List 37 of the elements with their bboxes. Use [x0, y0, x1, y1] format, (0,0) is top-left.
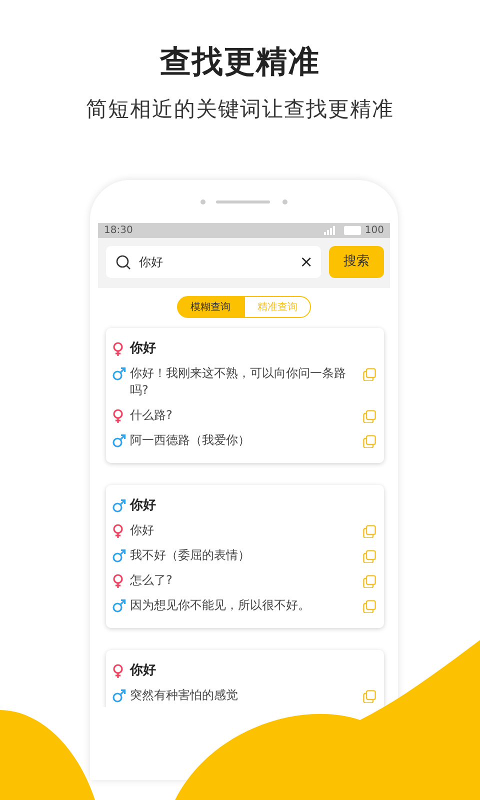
- speaker-icon: [200, 198, 288, 204]
- dialogue-line: 阿一西德路（我爱你）: [130, 432, 251, 449]
- battery-level: 100: [364, 225, 384, 236]
- search-button[interactable]: 搜索: [329, 246, 384, 278]
- male-icon: [112, 549, 126, 564]
- result-title: 你好: [130, 497, 157, 514]
- male-icon: [112, 689, 126, 704]
- mode-tab[interactable]: 模糊查询: [177, 296, 244, 318]
- search-icon: [116, 254, 131, 270]
- dialogue-line: 你好: [130, 522, 155, 539]
- battery-icon: [344, 226, 362, 235]
- copy-icon[interactable]: [363, 690, 376, 703]
- male-icon: [112, 599, 126, 614]
- clear-button[interactable]: ×: [300, 254, 313, 270]
- headline: 查找更精准: [158, 43, 321, 82]
- search-field[interactable]: 你好 ×: [106, 246, 321, 278]
- dialogue-line: 你好！我刚来这不熟，可以向你问一条路吗?: [130, 365, 347, 399]
- copy-icon[interactable]: [363, 600, 376, 613]
- male-icon: [112, 499, 126, 514]
- male-icon: [112, 434, 126, 449]
- dialogue-line: 怎么了?: [130, 572, 174, 589]
- result-title: 你好: [130, 662, 157, 679]
- dialogue-line: 因为想见你不能见，所以很不好。: [130, 597, 311, 614]
- dialogue-line: 什么路?: [130, 407, 174, 424]
- copy-icon[interactable]: [363, 410, 376, 423]
- copy-icon[interactable]: [363, 435, 376, 448]
- result-title: 你好: [130, 340, 157, 357]
- status-time: 18:30: [104, 224, 133, 238]
- signal-icon: [324, 226, 336, 235]
- dialogue-line: 我不好（委屈的表情）: [130, 547, 251, 564]
- copy-icon[interactable]: [363, 368, 376, 381]
- copy-icon[interactable]: [363, 550, 376, 563]
- male-icon: [112, 367, 126, 382]
- subtitle: 简短相近的关键词让查找更精准: [85, 96, 395, 123]
- dialogue-line: 突然有种害怕的感觉: [130, 687, 239, 704]
- copy-icon[interactable]: [363, 525, 376, 538]
- copy-icon[interactable]: [363, 575, 376, 588]
